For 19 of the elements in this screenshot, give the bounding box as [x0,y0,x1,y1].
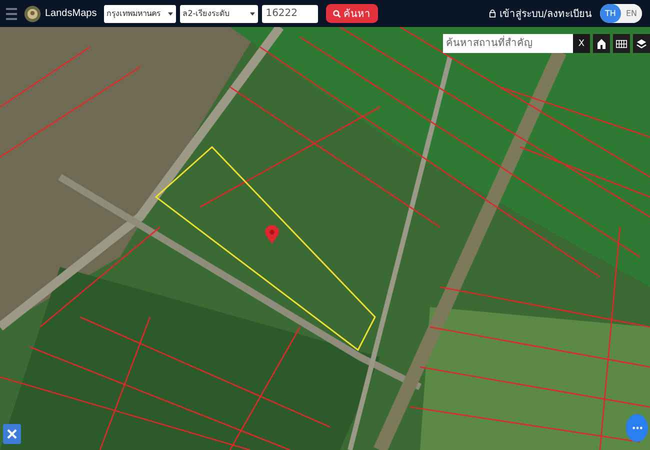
parcel-number-field[interactable]: 16222 [262,4,318,22]
caret-icon [168,12,173,16]
layers-icon[interactable] [633,34,650,53]
grid-icon[interactable] [613,34,630,53]
login-link[interactable]: เข้าสู่ระบบ/ลงทะเบียน [500,6,592,21]
menu-icon[interactable] [6,8,17,20]
caret-icon [250,12,255,16]
search-button[interactable]: ค้นหา [326,4,378,23]
clear-button[interactable]: X [573,34,590,53]
district-select[interactable]: ล2-เรียงระดับ [180,4,258,22]
emblem-icon [24,4,41,24]
language-toggle[interactable]: TH [600,4,621,23]
house-icon[interactable] [593,34,610,53]
search-icon [332,10,341,18]
map-marker-icon[interactable] [265,225,279,244]
place-search-field[interactable]: ค้นหาสถานที่สำคัญ [443,34,573,53]
logo-text: LandsMaps [45,8,97,19]
lock-icon [488,9,496,18]
province-select[interactable]: กรุงเทพมหานคร [104,4,176,22]
